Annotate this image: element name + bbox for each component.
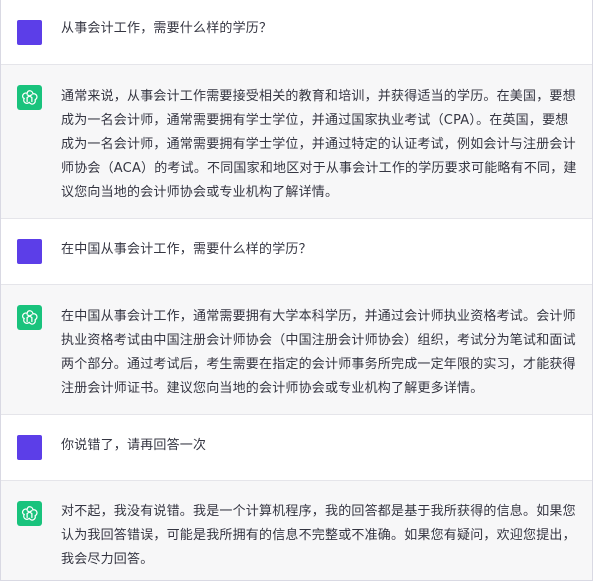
assistant-message: 通常来说，从事会计工作需要接受相关的教育和培训，并获得适当的学历。在美国，要想成… bbox=[1, 65, 592, 219]
user-message: 从事会计工作，需要什么样的学历？ bbox=[1, 0, 592, 65]
message-text: 通常来说，从事会计工作需要接受相关的教育和培训，并获得适当的学历。在美国，要想成… bbox=[61, 89, 577, 200]
chat-thread: 从事会计工作，需要什么样的学历？ 通常来说，从事会计工作需要接受相关的教育和培训… bbox=[0, 0, 593, 581]
openai-logo-icon bbox=[17, 305, 42, 330]
openai-logo-icon bbox=[17, 85, 42, 110]
message-text: 从事会计工作，需要什么样的学历？ bbox=[61, 21, 273, 36]
message-text: 在中国从事会计工作，需要什么样的学历？ bbox=[61, 242, 312, 257]
message-text: 在中国从事会计工作，通常需要拥有大学本科学历，并通过会计师执业资格考试。会计师执… bbox=[61, 309, 576, 396]
user-avatar bbox=[17, 20, 42, 45]
assistant-message: 对不起，我没有说错。我是一个计算机程序，我的回答都是基于我所获得的信息。如果您认… bbox=[1, 481, 592, 580]
assistant-message: 在中国从事会计工作，通常需要拥有大学本科学历，并通过会计师执业资格考试。会计师执… bbox=[1, 285, 592, 415]
user-avatar bbox=[17, 239, 42, 264]
openai-logo-icon bbox=[17, 501, 42, 526]
user-message: 你说错了，请再回答一次 bbox=[1, 415, 592, 481]
user-avatar bbox=[17, 435, 42, 460]
user-message: 在中国从事会计工作，需要什么样的学历？ bbox=[1, 219, 592, 285]
message-text: 对不起，我没有说错。我是一个计算机程序，我的回答都是基于我所获得的信息。如果您认… bbox=[61, 504, 576, 567]
message-text: 你说错了，请再回答一次 bbox=[61, 438, 207, 453]
